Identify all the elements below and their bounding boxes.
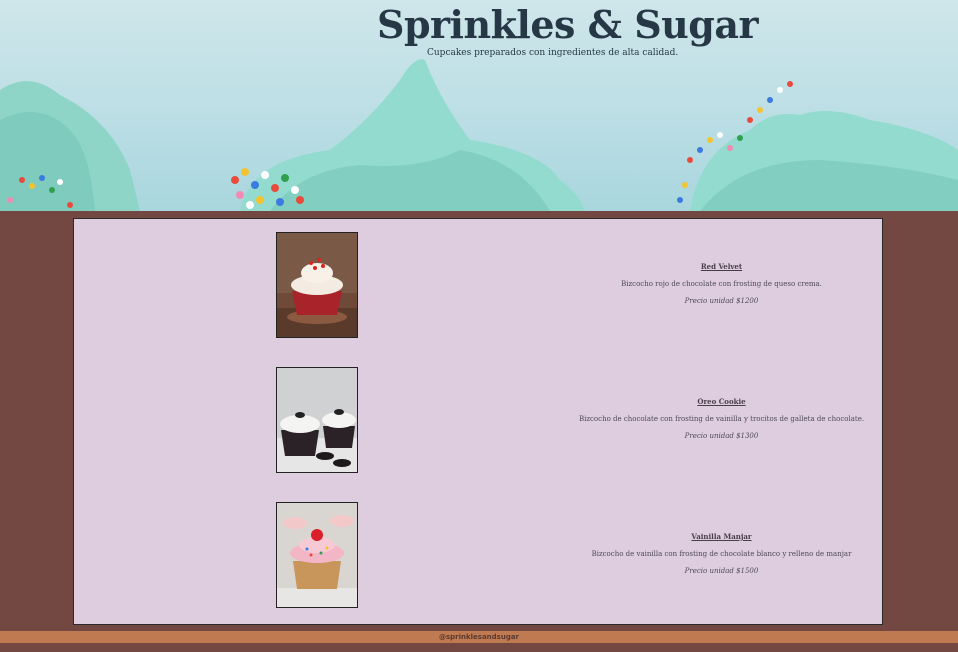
product-info: Red Velvet Bizcocho rojo de chocolate co… [574,262,869,305]
vainilla-manjar-image [276,502,358,608]
product-name: Vainilla Manjar [691,532,752,541]
product-price: Precio unidad $1300 [684,432,759,440]
red-velvet-image [276,232,358,338]
product-panel: Red Velvet Bizcocho rojo de chocolate co… [73,218,883,625]
product-item: Vainilla Manjar Bizcocho de vainilla con… [74,502,882,608]
hero-banner: Sprinkles & Sugar Cupcakes preparados co… [0,0,958,211]
product-description: Bizcocho rojo de chocolate con frosting … [621,280,822,288]
site-title: Sprinkles & Sugar [377,2,758,47]
product-description: Bizcocho de vainilla con frosting de cho… [591,550,852,558]
social-handle-link[interactable]: @sprinklesandsugar [439,633,519,641]
product-info: Vainilla Manjar Bizcocho de vainilla con… [574,532,869,575]
product-item: Red Velvet Bizcocho rojo de chocolate co… [74,232,882,338]
product-info: Oreo Cookie Bizcocho de chocolate con fr… [574,397,869,440]
product-price: Precio unidad $1200 [684,297,759,305]
footer-bar: @sprinklesandsugar [0,631,958,643]
product-name: Red Velvet [700,262,743,271]
product-description: Bizcocho de chocolate con frosting de va… [578,415,865,423]
oreo-cookie-image [276,367,358,473]
product-item: Oreo Cookie Bizcocho de chocolate con fr… [74,367,882,473]
site-subtitle: Cupcakes preparados con ingredientes de … [427,48,679,58]
product-name: Oreo Cookie [697,397,746,406]
product-price: Precio unidad $1500 [684,567,759,575]
